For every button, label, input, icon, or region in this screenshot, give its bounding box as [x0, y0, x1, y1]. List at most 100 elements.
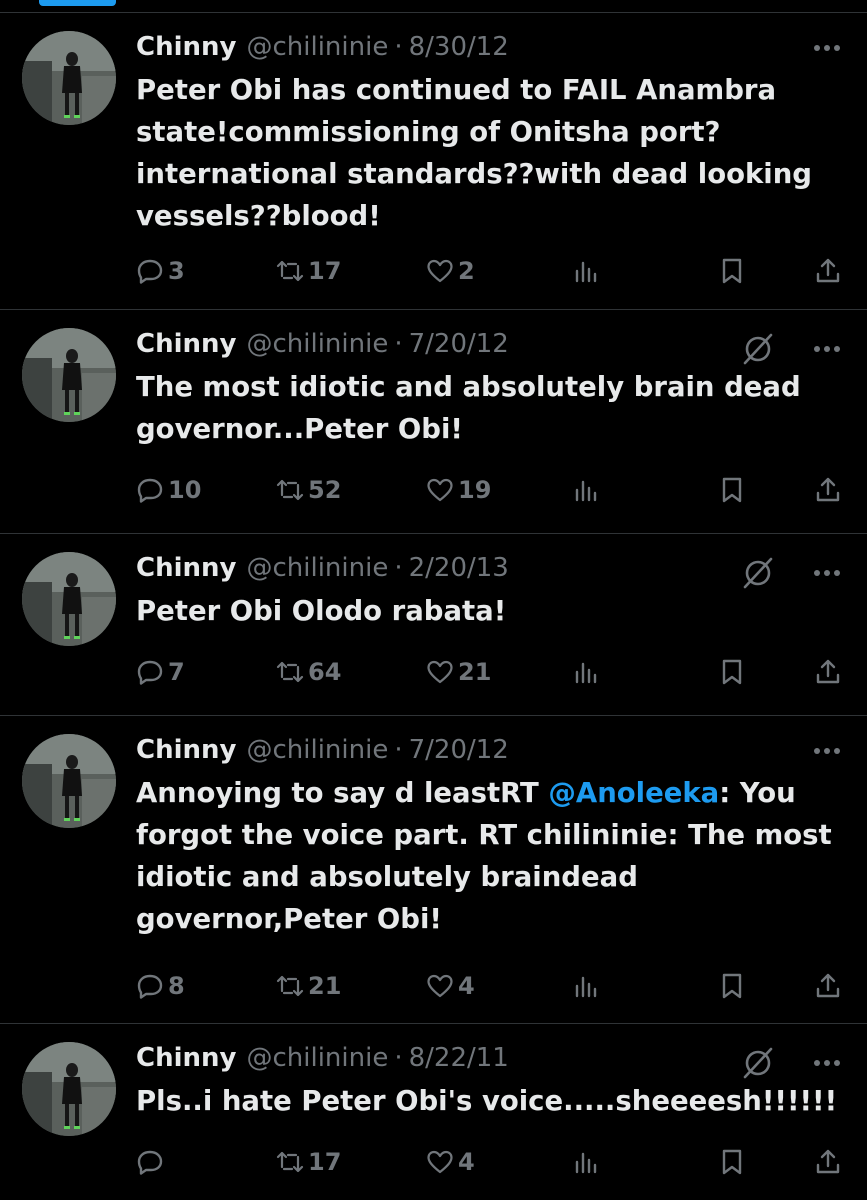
like-button[interactable]: 19: [426, 470, 491, 510]
tweet[interactable]: Chinny @chilininie · 2/20/13 Peter Obi O…: [0, 534, 867, 716]
reply-button[interactable]: 8: [136, 966, 185, 1006]
share-icon: [816, 973, 840, 998]
tweet-top-actions: [741, 556, 845, 590]
separator-dot: ·: [394, 735, 403, 765]
tweet[interactable]: Chinny @chilininie · 7/20/12 Annoying to…: [0, 716, 867, 1024]
retweet-icon: [276, 661, 304, 683]
views-icon: [575, 261, 597, 283]
mention-link[interactable]: @Anoleeka: [548, 777, 719, 809]
share-button[interactable]: [814, 470, 846, 510]
bookmark-button[interactable]: [718, 966, 750, 1006]
avatar[interactable]: [22, 734, 116, 828]
more-options-icon[interactable]: [809, 35, 845, 61]
display-name[interactable]: Chinny: [136, 553, 236, 583]
retweet-icon: [276, 975, 304, 997]
display-name[interactable]: Chinny: [136, 1043, 236, 1073]
display-name[interactable]: Chinny: [136, 32, 236, 62]
heart-icon: [427, 974, 453, 998]
more-options-icon[interactable]: [809, 738, 845, 764]
bookmark-icon: [722, 973, 742, 999]
grok-icon[interactable]: [741, 1046, 775, 1080]
tweet-actions: 7 64 21: [136, 652, 848, 692]
reply-count: 7: [168, 658, 185, 686]
tweet-text-segment: Peter Obi has continued to FAIL Anambra …: [136, 74, 812, 232]
retweet-count: 21: [308, 972, 342, 1000]
reply-icon: [137, 478, 163, 503]
retweet-button[interactable]: 21: [276, 966, 341, 1006]
like-count: 4: [458, 1148, 475, 1176]
tweet-actions: 8 21 4: [136, 966, 848, 1006]
tweet-top-actions: [741, 1046, 845, 1080]
share-icon: [816, 258, 840, 283]
share-button[interactable]: [814, 652, 846, 692]
share-button[interactable]: [814, 1142, 846, 1182]
avatar[interactable]: [22, 328, 116, 422]
share-button[interactable]: [814, 251, 846, 291]
views-button[interactable]: [572, 966, 604, 1006]
tweet-top-actions: [809, 35, 845, 61]
retweet-icon: [276, 1151, 304, 1173]
reply-button[interactable]: [136, 1142, 168, 1182]
views-button[interactable]: [572, 652, 604, 692]
tweet-text-segment: Annoying to say d leastRT: [136, 777, 549, 809]
tweet-actions: 3 17 2: [136, 251, 848, 291]
user-handle[interactable]: @chilininie: [246, 329, 388, 359]
reply-button[interactable]: 7: [136, 652, 185, 692]
avatar[interactable]: [22, 1042, 116, 1136]
tweet-date[interactable]: 2/20/13: [409, 553, 509, 583]
reply-button[interactable]: 3: [136, 251, 185, 291]
tweet-date[interactable]: 7/20/12: [409, 329, 509, 359]
avatar[interactable]: [22, 552, 116, 646]
like-button[interactable]: 21: [426, 652, 491, 692]
grok-icon[interactable]: [741, 556, 775, 590]
reply-count: 3: [168, 257, 185, 285]
tweet-text: Peter Obi Olodo rabata!: [136, 590, 848, 632]
tweet-top-actions: [741, 332, 845, 366]
more-options-icon[interactable]: [809, 1050, 845, 1076]
active-tab-indicator: [39, 0, 116, 6]
bookmark-button[interactable]: [718, 251, 750, 291]
tweet-date[interactable]: 7/20/12: [409, 735, 509, 765]
user-handle[interactable]: @chilininie: [246, 735, 388, 765]
retweet-button[interactable]: 17: [276, 251, 341, 291]
tweet-text-segment: Peter Obi Olodo rabata!: [136, 595, 507, 627]
like-button[interactable]: 4: [426, 966, 475, 1006]
like-button[interactable]: 4: [426, 1142, 475, 1182]
retweet-button[interactable]: 52: [276, 470, 341, 510]
tweet[interactable]: Chinny @chilininie · 7/20/12 The most id…: [0, 310, 867, 534]
bookmark-button[interactable]: [718, 1142, 750, 1182]
tweet-date[interactable]: 8/30/12: [409, 32, 509, 62]
more-options-icon[interactable]: [809, 336, 845, 362]
bookmark-button[interactable]: [718, 652, 750, 692]
user-handle[interactable]: @chilininie: [246, 32, 388, 62]
bookmark-button[interactable]: [718, 470, 750, 510]
user-handle[interactable]: @chilininie: [246, 553, 388, 583]
like-button[interactable]: 2: [426, 251, 475, 291]
like-count: 4: [458, 972, 475, 1000]
heart-icon: [427, 1150, 453, 1174]
retweet-button[interactable]: 17: [276, 1142, 341, 1182]
reply-button[interactable]: 10: [136, 470, 201, 510]
views-button[interactable]: [572, 251, 604, 291]
like-count: 19: [458, 476, 492, 504]
display-name[interactable]: Chinny: [136, 329, 236, 359]
views-button[interactable]: [572, 470, 604, 510]
more-options-icon[interactable]: [809, 560, 845, 586]
retweet-button[interactable]: 64: [276, 652, 341, 692]
views-button[interactable]: [572, 1142, 604, 1182]
share-icon: [816, 477, 840, 502]
tweet-text-segment: The most idiotic and absolutely brain de…: [136, 371, 801, 445]
avatar[interactable]: [22, 31, 116, 125]
tweet[interactable]: Chinny @chilininie · 8/22/11 Pls..i hate…: [0, 1024, 867, 1200]
display-name[interactable]: Chinny: [136, 735, 236, 765]
grok-icon[interactable]: [741, 332, 775, 366]
reply-icon: [137, 1150, 163, 1175]
tweet-date[interactable]: 8/22/11: [409, 1043, 509, 1073]
tweet[interactable]: Chinny @chilininie · 8/30/12 Peter Obi h…: [0, 13, 867, 310]
like-count: 21: [458, 658, 492, 686]
share-button[interactable]: [814, 966, 846, 1006]
reply-count: 8: [168, 972, 185, 1000]
bookmark-icon: [722, 659, 742, 685]
user-handle[interactable]: @chilininie: [246, 1043, 388, 1073]
heart-icon: [427, 259, 453, 283]
